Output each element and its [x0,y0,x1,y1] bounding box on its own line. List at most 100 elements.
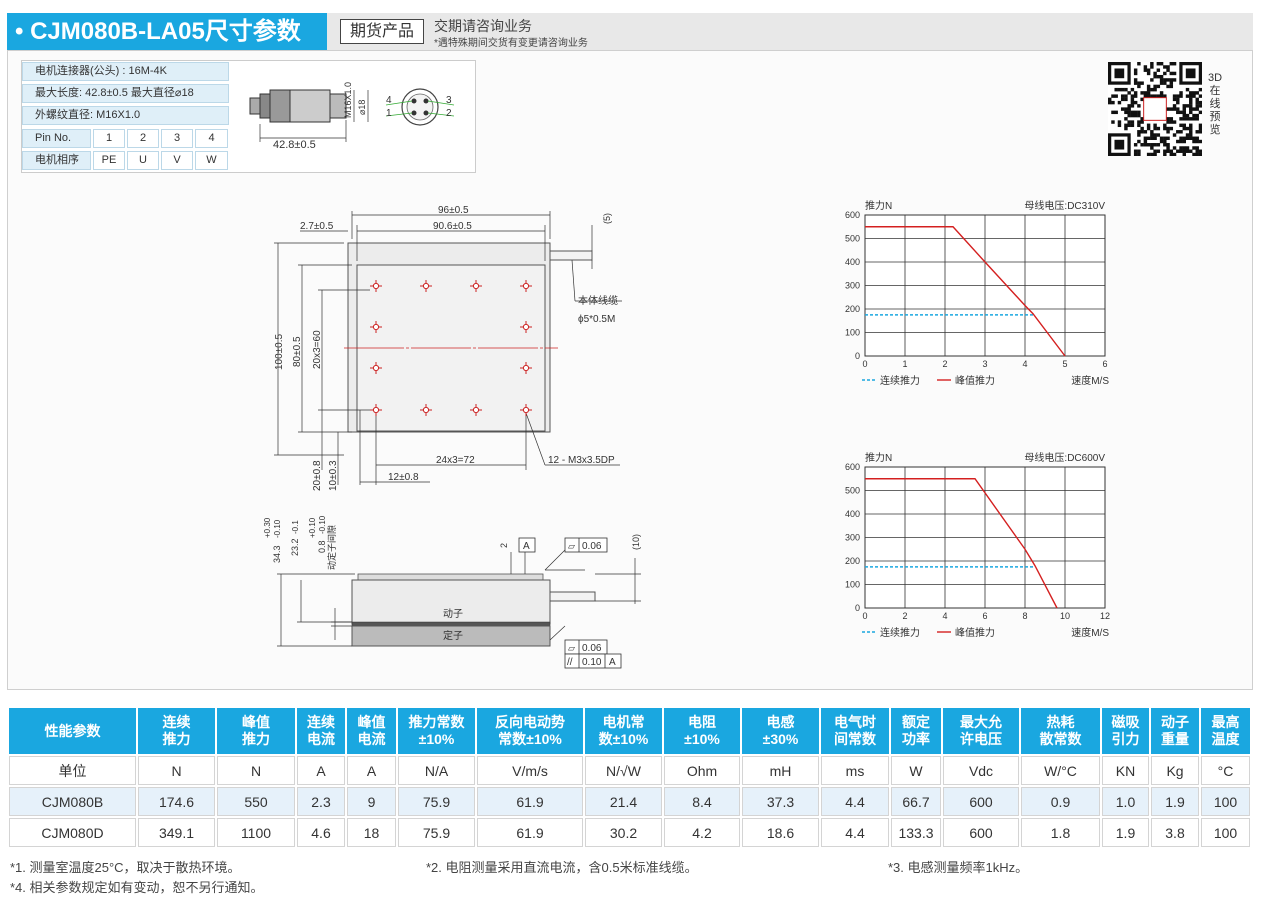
table-row: CJM080D 349.1 1100 4.6 18 75.9 61.9 30.2 4.2 18.6… [9,818,1250,847]
qr-module [1192,94,1196,98]
qr-module [1137,149,1141,153]
qr-module [1179,91,1183,95]
qr-module [1198,139,1202,144]
qr-module [1163,123,1167,128]
3d-preview-label[interactable]: 3D在线预览 [1208,72,1222,137]
qr-module [1153,152,1157,156]
qr-module [1117,100,1122,105]
flatness-2: 0.06 [582,643,602,654]
table-cell: CJM080D [9,818,136,847]
qr-module [1156,68,1161,72]
dim-gap-tol-dn: -0.10 [318,515,327,534]
qr-module [1195,107,1199,111]
flatness-symbol: ⏥ [568,643,575,653]
x-tick-label: 0 [862,611,867,621]
table-cell: W [891,756,941,785]
table-cell: A [297,756,345,785]
connector-length-dim: 42.8±0.5 [273,139,316,151]
phase-label: 电机相序 [22,151,91,170]
qr-module [1179,136,1183,140]
qr-module [1146,143,1151,147]
y-tick-label: 600 [845,462,860,472]
qr-module [1133,68,1138,72]
table-cell: 174.6 [138,787,215,816]
qr-module [1198,152,1202,156]
qr-module [1169,117,1174,121]
dim-hole-pitch-v: 20x3=60 [312,330,323,369]
qr-module [1176,97,1180,102]
qr-module [1192,139,1196,144]
table-cell: 100 [1201,818,1250,847]
qr-module [1192,107,1196,111]
qr-module [1166,143,1170,147]
phase-cell: W [195,151,228,170]
table-cell: Kg [1151,756,1199,785]
y-tick-label: 500 [845,234,860,244]
x-tick-label: 6 [982,611,987,621]
qr-module [1146,68,1151,72]
table-cell: 0.9 [1021,787,1100,816]
table-header-cell: 峰值 电流 [347,708,396,754]
datum-label: A [523,541,530,552]
qr-module [1166,126,1170,131]
qr-module [1159,78,1164,82]
dim-cable-h: (10) [631,534,641,550]
table-header-row: 性能参数 连续 推力 峰值 推力 连续 电流 峰值 电流 推力常数 ±10% 反向电动势 常数±10% 电… [9,708,1250,754]
table-cell: 2.3 [297,787,345,816]
qr-module [1166,130,1170,134]
qr-module [1137,62,1141,66]
y-tick-label: 300 [845,281,860,291]
dim-bottom-b: 10±0.3 [328,460,339,491]
qr-module [1140,81,1144,85]
qr-module [1156,84,1161,89]
table-cell: Ohm [664,756,740,785]
qr-module [1179,94,1183,98]
qr-module [1179,123,1183,128]
qr-module [1172,120,1177,124]
qr-module [1133,143,1138,147]
connector-dia-dim: ⌀18 [357,100,367,115]
qr-module [1124,97,1128,102]
qr-module [1108,100,1112,105]
qr-code[interactable] [1108,62,1202,156]
qr-module [1182,104,1186,108]
qr-module [1124,110,1128,115]
table-cell: 133.3 [891,818,941,847]
qr-module [1124,123,1128,128]
qr-module [1176,110,1180,115]
qr-module [1137,110,1141,115]
qr-module [1169,107,1174,111]
qr-module [1137,130,1141,134]
connector-drawing: 42.8±0.5 M16X1.0 ⌀18 4 3 1 2 [249,82,455,151]
x-tick-label: 0 [862,359,867,369]
qr-module [1189,91,1193,95]
phase-cell: V [161,151,193,170]
qr-module [1172,152,1177,156]
dim-total-tol-up: +0.30 [263,517,272,538]
table-cell: 600 [943,787,1019,816]
qr-module [1150,65,1154,69]
qr-module [1133,94,1138,98]
qr-module [1172,104,1177,108]
pin-cell: 1 [93,129,125,148]
table-cell: 1.8 [1021,818,1100,847]
pin-cell: 4 [195,129,228,148]
qr-module [1150,143,1154,147]
dim-hole-pitch-h: 24x3=72 [436,455,475,466]
qr-module [1143,68,1148,72]
qr-module [1163,139,1167,144]
qr-module [1146,91,1151,95]
qr-module [1146,87,1151,92]
connector-size-row: 最大长度: 42.8±0.5 最大直径⌀18 [22,84,229,103]
table-cell: 单位 [9,756,136,785]
qr-module [1169,71,1174,76]
qr-module [1137,104,1141,108]
qr-module [1130,113,1135,118]
qr-module [1189,94,1193,98]
pin-no-label: Pin No. [22,129,91,148]
table-cell: N [217,756,295,785]
qr-module [1192,91,1196,95]
x-tick-label: 4 [942,611,947,621]
qr-module [1153,87,1157,92]
qr-module [1172,107,1177,111]
